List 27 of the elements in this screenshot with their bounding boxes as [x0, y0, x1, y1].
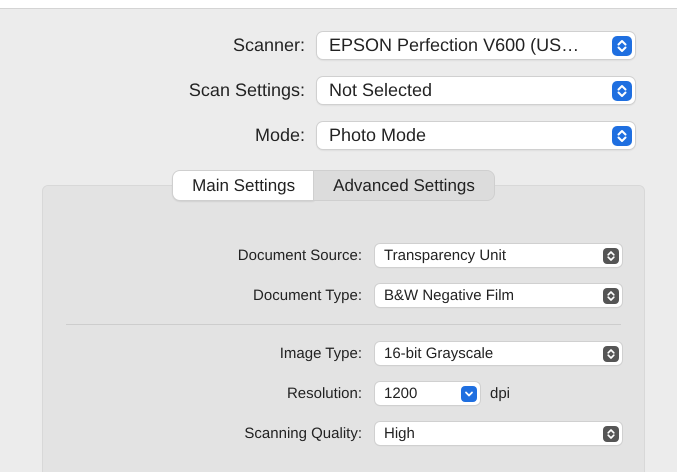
chevron-icon — [603, 288, 619, 304]
field-label: Scan Settings: — [188, 80, 305, 101]
chevron-icon — [461, 386, 477, 402]
chevron-icon — [603, 426, 619, 442]
popup-button[interactable]: B&W Negative Film — [375, 284, 622, 307]
chevron-icon — [603, 248, 619, 264]
dropdown-button[interactable]: 1200 — [375, 382, 480, 405]
chevron-icon — [612, 80, 632, 100]
popup-button[interactable]: EPSON Perfection V600 (US… — [317, 32, 635, 59]
popup-button[interactable]: Photo Mode — [317, 122, 635, 149]
field-label: Resolution: — [286, 385, 362, 402]
field-label: Scanner: — [232, 35, 305, 56]
chevron-icon — [603, 346, 619, 362]
field-label: Document Type: — [252, 287, 362, 304]
chevron-icon — [612, 36, 632, 56]
popup-button[interactable]: High — [375, 422, 622, 445]
tab[interactable]: Advanced Settings — [314, 171, 494, 200]
tab[interactable]: Main Settings — [173, 171, 314, 200]
field-label: Image Type: — [278, 345, 362, 362]
field-label: Scanning Quality: — [243, 425, 362, 442]
popup-button[interactable]: Not Selected — [317, 77, 635, 104]
chevron-icon — [612, 126, 632, 146]
unit-label: dpi — [490, 385, 510, 402]
field-label: Document Source: — [236, 247, 362, 264]
popup-button[interactable]: Transparency Unit — [375, 244, 622, 267]
popup-button[interactable]: 16-bit Grayscale — [375, 342, 622, 365]
field-label: Mode: — [254, 125, 305, 146]
